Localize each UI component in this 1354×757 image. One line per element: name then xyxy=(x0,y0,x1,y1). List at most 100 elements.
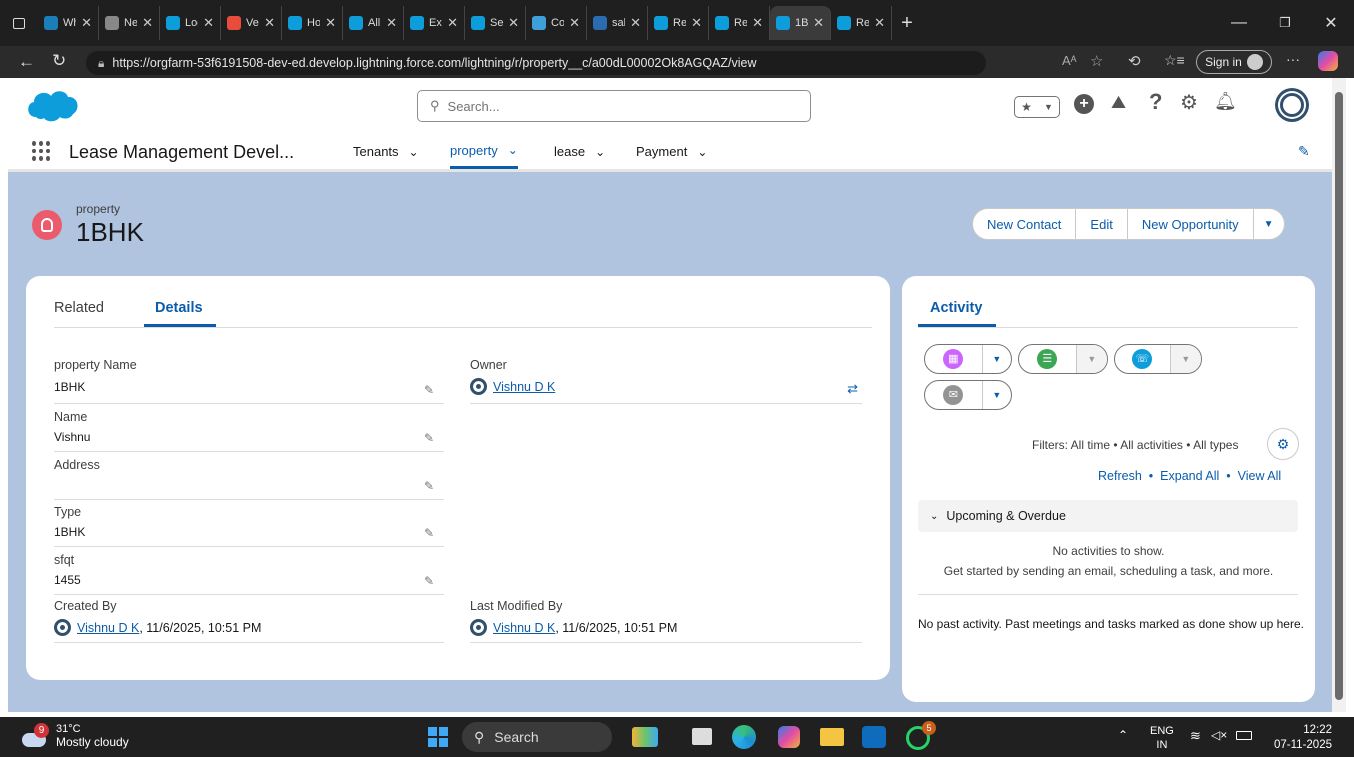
browser-tab[interactable]: Ver ✕ xyxy=(221,6,282,40)
tab-details[interactable]: Details xyxy=(155,300,203,316)
owner-user-link[interactable]: Vishnu D K xyxy=(493,380,555,394)
browser-tab[interactable]: Rec ✕ xyxy=(831,6,892,40)
edit-nav-icon[interactable]: ✎ xyxy=(1298,143,1310,160)
chevron-down-icon[interactable]: ▼ xyxy=(981,345,1011,373)
window-menu-icon[interactable] xyxy=(0,6,38,40)
browser-tab[interactable]: Exp ✕ xyxy=(404,6,465,40)
favorite-icon[interactable]: ☆ xyxy=(1090,52,1103,70)
clock[interactable]: 12:22 07-11-2025 xyxy=(1272,723,1332,753)
edit-pencil-icon[interactable]: ✎ xyxy=(424,431,438,445)
close-tab-icon[interactable]: ✕ xyxy=(630,15,641,31)
chevron-down-icon[interactable]: ⌄ xyxy=(508,143,518,157)
salesforce-logo[interactable] xyxy=(24,85,82,125)
site-info-icon[interactable]: 🔒︎ xyxy=(98,56,104,71)
trailhead-icon[interactable]: ⛰ xyxy=(1111,92,1126,113)
global-create-icon[interactable]: + xyxy=(1074,94,1094,114)
browser-tab[interactable]: Ne ✕ xyxy=(99,6,160,40)
battery-icon[interactable] xyxy=(1236,731,1252,740)
global-search[interactable]: ⚲ Search... xyxy=(417,90,811,122)
edit-pencil-icon[interactable]: ✎ xyxy=(424,383,438,397)
edit-pencil-icon[interactable]: ✎ xyxy=(424,574,438,588)
close-tab-icon[interactable]: ✕ xyxy=(874,15,885,31)
volume-icon[interactable]: ◁× xyxy=(1211,728,1227,742)
wifi-icon[interactable]: ≋ xyxy=(1190,728,1201,744)
favorites-button[interactable]: ★ ▼ xyxy=(1014,96,1060,118)
browser-tab[interactable]: sal ✕ xyxy=(587,6,648,40)
tab-related[interactable]: Related xyxy=(54,300,104,316)
minimize-button[interactable]: — xyxy=(1216,14,1262,32)
last-modified-user-link[interactable]: Vishnu D K xyxy=(493,621,555,635)
new-contact-button[interactable]: New Contact xyxy=(972,208,1077,240)
page-scrollbar[interactable] xyxy=(1332,78,1346,712)
start-button[interactable] xyxy=(428,727,448,747)
browser-tab[interactable]: Wh ✕ xyxy=(38,6,99,40)
language-indicator[interactable]: ENG IN xyxy=(1150,724,1174,752)
weather-widget[interactable]: 9 31°C Mostly cloudy xyxy=(22,723,129,749)
browser-tab[interactable]: Hor ✕ xyxy=(282,6,343,40)
browser-tab[interactable]: Set ✕ xyxy=(465,6,526,40)
close-tab-icon[interactable]: ✕ xyxy=(447,15,458,31)
email-button[interactable]: ✉ ▼ xyxy=(924,380,1012,410)
browser-tab[interactable]: 1BH ✕ xyxy=(770,6,831,40)
edit-pencil-icon[interactable]: ✎ xyxy=(424,526,438,540)
nav-item-tenants[interactable]: Tenants ⌄ xyxy=(353,134,419,169)
new-task-button[interactable]: ☰ ▼ xyxy=(1018,344,1108,374)
change-owner-icon[interactable]: ⇄ xyxy=(847,381,858,397)
close-tab-icon[interactable]: ✕ xyxy=(691,15,702,31)
close-tab-icon[interactable]: ✕ xyxy=(752,15,763,31)
close-tab-icon[interactable]: ✕ xyxy=(569,15,580,31)
chevron-down-icon[interactable]: ⌄ xyxy=(697,145,707,159)
close-tab-icon[interactable]: ✕ xyxy=(81,15,92,31)
copilot-taskbar-icon[interactable] xyxy=(632,727,658,747)
expand-all-link[interactable]: Expand All xyxy=(1160,469,1219,483)
favorites-icon[interactable]: ☆≡ xyxy=(1164,52,1185,69)
setup-gear-icon[interactable]: ⚙ xyxy=(1180,90,1198,115)
edge-icon[interactable] xyxy=(732,725,756,749)
close-tab-icon[interactable]: ✕ xyxy=(508,15,519,31)
chevron-down-icon[interactable]: ▼ xyxy=(981,381,1011,409)
chevron-down-icon[interactable]: ⌄ xyxy=(595,145,605,159)
more-actions-button[interactable]: ▼ xyxy=(1253,208,1285,240)
extensions-icon[interactable]: ⟲ xyxy=(1128,52,1141,70)
file-explorer-icon[interactable] xyxy=(820,728,844,746)
restore-button[interactable]: ❐ xyxy=(1262,15,1308,31)
close-tab-icon[interactable]: ✕ xyxy=(325,15,336,31)
copilot-icon[interactable] xyxy=(1318,51,1338,71)
help-icon[interactable]: ? xyxy=(1149,89,1162,115)
copilot-app-icon[interactable] xyxy=(778,726,800,748)
close-tab-icon[interactable]: ✕ xyxy=(386,15,397,31)
address-bar[interactable]: 🔒︎ https://orgfarm-53f6191508-dev-ed.dev… xyxy=(86,51,986,75)
app-launcher-icon[interactable] xyxy=(32,141,52,161)
edit-button[interactable]: Edit xyxy=(1076,208,1128,240)
activity-tab[interactable]: Activity xyxy=(930,300,982,316)
close-window-button[interactable]: ✕ xyxy=(1308,13,1354,33)
signin-button[interactable]: Sign in xyxy=(1196,50,1272,74)
view-all-link[interactable]: View All xyxy=(1238,469,1282,483)
nav-item-property[interactable]: property ⌄ xyxy=(450,134,518,169)
close-tab-icon[interactable]: ✕ xyxy=(142,15,153,31)
chevron-down-icon[interactable]: ▼ xyxy=(1075,345,1107,373)
close-tab-icon[interactable]: ✕ xyxy=(264,15,275,31)
new-event-button[interactable]: ▦ ▼ xyxy=(924,344,1012,374)
new-tab-button[interactable]: + xyxy=(892,12,922,35)
notifications-bell-icon[interactable]: 🔔︎ xyxy=(1214,91,1237,112)
browser-tab[interactable]: Rec ✕ xyxy=(648,6,709,40)
close-tab-icon[interactable]: ✕ xyxy=(813,15,824,31)
browser-tab[interactable]: Log ✕ xyxy=(160,6,221,40)
new-opportunity-button[interactable]: New Opportunity xyxy=(1127,208,1254,240)
filter-settings-button[interactable]: ⚙ xyxy=(1267,428,1299,460)
browser-tab[interactable]: Rec ✕ xyxy=(709,6,770,40)
created-by-user-link[interactable]: Vishnu D K xyxy=(77,621,139,635)
browser-tab[interactable]: All ✕ xyxy=(343,6,404,40)
more-icon[interactable]: ··· xyxy=(1286,51,1300,67)
log-call-button[interactable]: ☏ ▼ xyxy=(1114,344,1202,374)
reload-icon[interactable]: ↻ xyxy=(52,51,66,71)
nav-item-payment[interactable]: Payment ⌄ xyxy=(636,134,707,169)
chevron-down-icon[interactable]: ▼ xyxy=(1169,345,1201,373)
upcoming-overdue-section[interactable]: ⌄ Upcoming & Overdue xyxy=(918,500,1298,532)
taskbar-search[interactable]: ⚲ Search xyxy=(462,722,612,752)
task-view-icon[interactable] xyxy=(692,728,712,745)
browser-tab[interactable]: Cor ✕ xyxy=(526,6,587,40)
nav-item-lease[interactable]: lease ⌄ xyxy=(554,134,605,169)
show-hidden-icons[interactable]: ⌃ xyxy=(1118,728,1128,742)
